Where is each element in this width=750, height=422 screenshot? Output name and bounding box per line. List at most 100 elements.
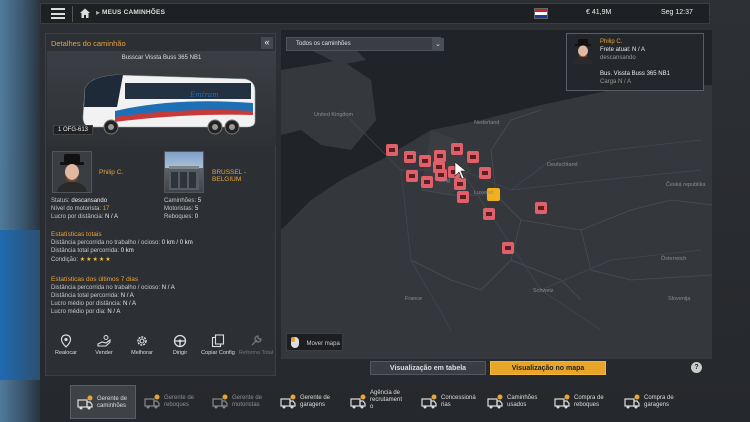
truck-marker-glyph-icon	[422, 159, 428, 163]
info-truck: Bus. Vissta Buss 365 NB1	[600, 71, 670, 77]
driver-portrait-icon	[573, 39, 593, 64]
nav-label: Concessioná rias	[441, 395, 476, 408]
garage-manager-icon	[280, 394, 296, 409]
move-map-hint: Mover mapa	[286, 333, 343, 351]
truck-filter-dropdown[interactable]: Todos os caminhões ⌄	[286, 37, 444, 51]
nav-used-trucks[interactable]: Caminhões usados	[481, 385, 545, 419]
garage-location[interactable]: BRUSSEL - BELGIUM	[212, 169, 275, 183]
condition-row: Condição: ★★★★★	[51, 257, 112, 263]
week-distance-work-row: Distância percorrida no trabalho / ocios…	[51, 285, 175, 291]
driver-avatar[interactable]	[52, 151, 92, 193]
svg-text:Emtram: Emtram	[189, 91, 219, 99]
sell-button[interactable]: Vender	[85, 326, 123, 374]
info-status: descansando	[600, 55, 636, 61]
truck-marker-glyph-icon	[409, 174, 415, 178]
truck-marker-glyph-icon	[538, 206, 544, 210]
trailer-purchase-icon	[554, 394, 570, 409]
truck-marker-glyph-icon	[454, 147, 460, 151]
upgrade-button[interactable]: Melhorar	[123, 326, 161, 374]
nav-label: Agência de recrutament o	[370, 390, 403, 410]
nav-truck-manager[interactable]: Gerente de caminhões	[70, 385, 136, 419]
country-label-ch: Schweiz	[533, 288, 554, 294]
nav-recruitment-agency[interactable]: Agência de recrutament o	[344, 385, 414, 419]
bus-image: Emtram	[82, 74, 256, 135]
mouse-icon	[291, 337, 299, 348]
country-label-nl: Nederland	[474, 120, 500, 126]
country-label-be: Belg	[439, 178, 451, 184]
nav-buy-garages[interactable]: Compra de garagens	[618, 385, 698, 419]
breadcrumb[interactable]: MEUS CAMINHÕES	[102, 9, 165, 16]
recruitment-agency-icon	[350, 394, 366, 409]
relocate-button[interactable]: Realocar	[47, 326, 85, 374]
nav-driver-manager[interactable]: Gerente de motoristas	[206, 385, 272, 419]
week-distance-row: Distância total percorrida: N / A	[51, 293, 134, 299]
country-label-at: Österreich	[661, 256, 687, 262]
nav-label: Compra de reboques	[574, 395, 604, 408]
trailer-manager-icon	[144, 394, 160, 409]
info-freight: Frete atual: N / A	[600, 47, 646, 53]
garage-trailers-row: Reboques: 0	[164, 214, 199, 220]
truck-marker-glyph-icon	[470, 155, 476, 159]
nav-garage-manager[interactable]: Gerente de garagens	[274, 385, 342, 419]
truck-manager-icon	[77, 395, 93, 410]
garage-image[interactable]	[164, 151, 204, 193]
driver-info-card: Philip C. Frete atual: N / A descansando…	[566, 33, 704, 91]
truck-model-name: Busscar Vissta Buss 365 NB1	[121, 55, 202, 61]
map-view-tab[interactable]: Visualização no mapa	[490, 361, 606, 375]
background-decor-lower	[0, 230, 40, 380]
full-overhaul-button[interactable]: Reforma Total	[237, 326, 275, 374]
driver-status-row: Status: descansando	[51, 198, 108, 204]
copy-config-button[interactable]: Copiar Config	[199, 326, 237, 374]
hamburger-menu-icon[interactable]	[51, 8, 65, 19]
truck-preview: Busscar Vissta Buss 365 NB1 Emtram 1 OFG…	[47, 51, 276, 146]
nav-label: Gerente de motoristas	[232, 395, 263, 408]
nav-label: Gerente de reboques	[164, 395, 195, 408]
driver-portrait-icon	[57, 154, 87, 192]
truck-marker-glyph-icon	[424, 180, 430, 184]
bottom-navigation: Gerente de caminhões Gerente de reboques G…	[40, 385, 710, 422]
used-trucks-icon	[487, 394, 503, 409]
breadcrumb-chevron-icon: ▸	[96, 8, 101, 17]
nav-trailer-manager[interactable]: Gerente de reboques	[138, 385, 204, 419]
week-stats-title: Estatísticas dos últimos 7 dias	[51, 276, 139, 283]
panel-title: Detalhes do caminhão	[51, 39, 126, 48]
driver-profit-row: Lucro por distância: N / A	[51, 214, 119, 220]
nav-label: Caminhões usados	[507, 395, 538, 408]
wrench-icon	[251, 335, 262, 346]
table-view-tab[interactable]: Visualização em tabela	[370, 361, 486, 375]
week-avg-profit-distance-row: Lucro médio por distância: N / A	[51, 301, 137, 307]
info-cargo: Carga N / A	[600, 79, 632, 85]
chevron-down-icon[interactable]: ⌄	[432, 38, 444, 51]
nav-label: Compra de garagens	[644, 395, 674, 408]
total-distance-row: Distância total percorrida: 0 km	[51, 248, 134, 254]
truck-marker-glyph-icon	[486, 212, 492, 216]
nav-dealerships[interactable]: Concessioná rias	[415, 385, 479, 419]
drive-button[interactable]: Dirigir	[161, 326, 199, 374]
help-button[interactable]: ?	[691, 362, 702, 373]
truck-details-panel: Detalhes do caminhão « Busscar Vissta Bu…	[45, 33, 276, 376]
map-pin-icon	[60, 334, 72, 348]
total-stats-title: Estatísticas totais	[51, 231, 102, 238]
driver-manager-icon	[212, 394, 228, 409]
truck-actions: Realocar Vender Melhorar Dirigir Copiar …	[47, 326, 276, 376]
nav-label: Gerente de garagens	[300, 395, 331, 408]
truck-marker-glyph-icon	[460, 195, 466, 199]
truck-marker-glyph-icon	[407, 155, 413, 159]
collapse-panel-button[interactable]: «	[261, 37, 273, 49]
country-label-cz: Česká republika	[666, 182, 706, 188]
week-avg-profit-day-row: Lucro médio por dia: N / A	[51, 309, 121, 315]
country-label-si: Slovenija	[668, 296, 691, 302]
steering-wheel-icon	[173, 334, 187, 348]
driver-name[interactable]: Philip C.	[99, 169, 123, 176]
truck-marker-glyph-icon	[457, 182, 463, 186]
filter-value: Todos os caminhões	[296, 41, 351, 47]
info-driver-name: Philip C.	[600, 39, 623, 45]
sell-hand-icon	[97, 335, 111, 347]
truck-marker-glyph-icon	[438, 173, 444, 177]
driver-level-row: Nível do motorista: 17	[51, 206, 110, 212]
nav-buy-trailers[interactable]: Compra de reboques	[548, 385, 616, 419]
move-map-label: Mover mapa	[306, 341, 340, 347]
license-plate: 1 OFG-613	[53, 125, 94, 135]
home-icon[interactable]	[79, 7, 91, 19]
app-root: ▸ MEUS CAMINHÕES € 41,9M Seg 12:37 Detal…	[0, 0, 750, 422]
